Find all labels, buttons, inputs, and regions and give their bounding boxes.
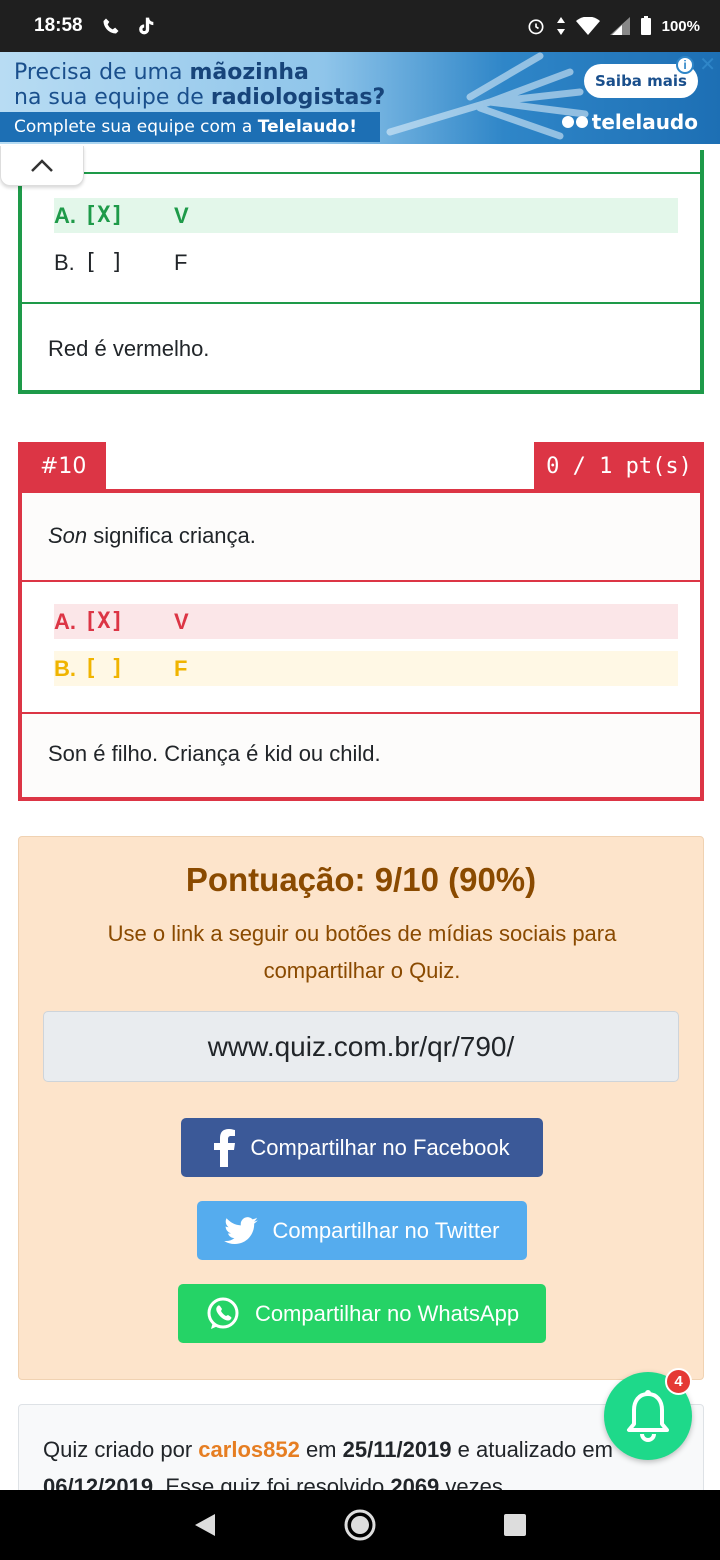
whatsapp-icon <box>207 1297 239 1329</box>
option-a: A. [X] V <box>54 604 678 639</box>
ad-headline-1: Precisa de uma mãozinha <box>14 60 309 85</box>
question-card-10: Son significa criança. A. [X] V B. [ ] F… <box>18 489 704 801</box>
wifi-icon <box>575 17 600 35</box>
option-letter: B. <box>54 249 75 275</box>
option-letter: A. <box>54 608 76 634</box>
option-b: B. [ ] F <box>54 245 678 280</box>
signal-icon <box>609 17 630 35</box>
score-title: Pontuação: 9/10 (90%) <box>185 861 537 898</box>
share-twitter-button[interactable]: Compartilhar no Twitter <box>197 1201 527 1260</box>
option-mark: [ ] <box>84 250 124 275</box>
status-bar: 18:58 100% <box>0 0 720 52</box>
option-b: B. [ ] F <box>54 651 678 686</box>
question-points: 0 / 1 pt(s) <box>534 442 704 490</box>
battery-icon <box>640 16 651 35</box>
question-text: Son significa criança. <box>48 523 256 548</box>
collapse-ad-button[interactable] <box>0 146 84 186</box>
answer-feedback: Red é vermelho. <box>48 336 210 361</box>
ad-close-icon[interactable]: ✕ <box>699 52 716 77</box>
system-nav-bar <box>0 1490 720 1560</box>
option-mark: [X] <box>84 609 124 634</box>
option-value: F <box>174 655 188 681</box>
ad-banner[interactable]: Precisa de uma mãozinha na sua equipe de… <box>0 52 720 144</box>
share-twitter-label: Compartilhar no Twitter <box>272 1217 500 1243</box>
answer-feedback: Son é filho. Criança é kid ou child. <box>48 741 381 766</box>
option-letter: B. <box>54 655 76 681</box>
alarm-icon <box>528 19 544 35</box>
ad-info-icon[interactable]: i <box>676 56 694 74</box>
option-mark: [ ] <box>84 656 124 681</box>
share-whatsapp-button[interactable]: Compartilhar no WhatsApp <box>178 1284 546 1343</box>
status-time: 18:58 <box>34 15 83 36</box>
tiktok-icon <box>138 17 153 35</box>
share-facebook-button[interactable]: Compartilhar no Facebook <box>181 1118 543 1177</box>
option-a: A. [X] V <box>54 198 678 233</box>
answer-options: A. [X] V B. [ ] F <box>22 172 700 304</box>
twitter-icon <box>224 1216 259 1244</box>
ad-brand-logo: telelaudo <box>561 110 698 134</box>
option-value: F <box>174 249 188 275</box>
option-value: V <box>174 608 189 634</box>
share-whatsapp-label: Compartilhar no WhatsApp <box>254 1300 520 1326</box>
ad-subline: Complete sua equipe com a Telelaudo! <box>0 112 380 142</box>
data-arrows-icon <box>556 17 565 35</box>
battery-level: 100% <box>661 17 700 35</box>
facebook-icon <box>214 1128 236 1167</box>
share-message: Use o link a seguir ou botões de mídias … <box>107 921 617 983</box>
answer-options: A. [X] V B. [ ] F <box>22 580 700 714</box>
notification-count-badge: 4 <box>665 1368 692 1395</box>
question-card-9: A. [X] V B. [ ] F Red é vermelho. <box>18 150 704 394</box>
phone-call-icon <box>103 18 119 34</box>
option-mark: [X] <box>84 203 124 228</box>
option-letter: A. <box>54 202 76 228</box>
ad-headline-2: na sua equipe de radiologistas? <box>14 85 386 110</box>
option-value: V <box>174 202 189 228</box>
share-link-field[interactable]: www.quiz.com.br/qr/790/ <box>43 1011 679 1082</box>
back-icon[interactable] <box>193 1512 217 1538</box>
question-number: #10 <box>18 442 106 490</box>
home-icon[interactable] <box>343 1508 377 1542</box>
bell-icon <box>627 1390 669 1442</box>
chevron-up-icon <box>31 158 53 172</box>
brand-dots-icon <box>561 116 588 128</box>
recents-icon[interactable] <box>503 1513 527 1537</box>
creator-link[interactable]: carlos852 <box>198 1437 300 1462</box>
share-facebook-label: Compartilhar no Facebook <box>250 1134 510 1160</box>
score-panel: Pontuação: 9/10 (90%) Use o link a segui… <box>18 836 704 1380</box>
